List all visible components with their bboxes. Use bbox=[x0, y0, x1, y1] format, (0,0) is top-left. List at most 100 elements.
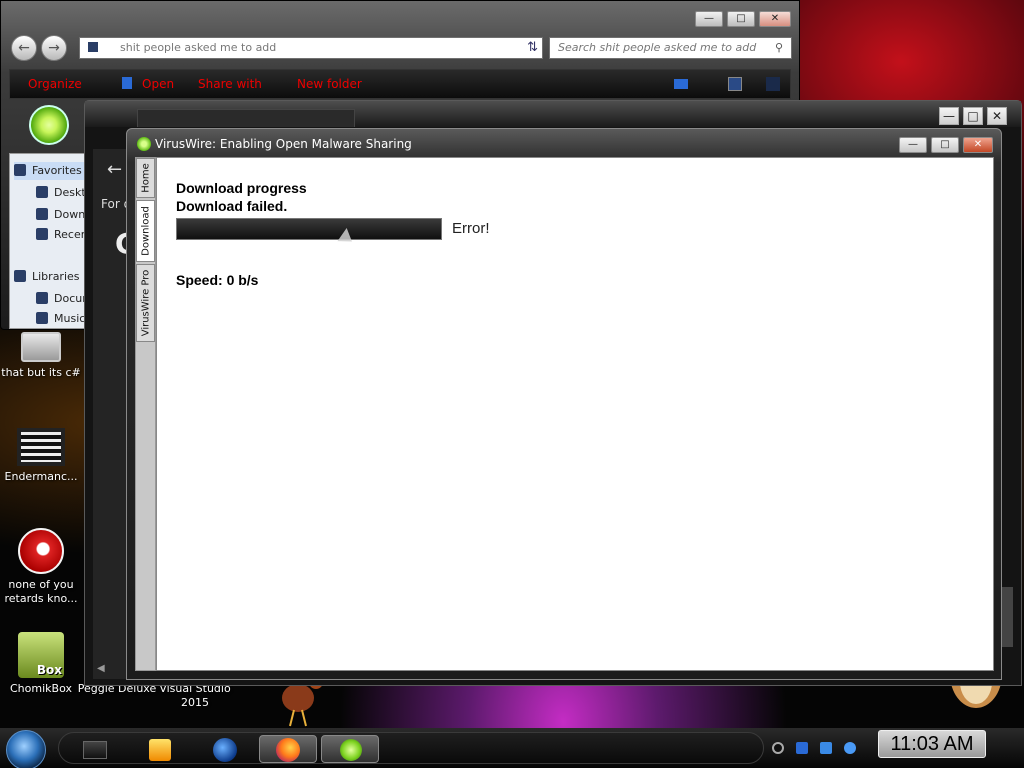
nav-item-documents[interactable]: Documents bbox=[14, 290, 90, 308]
error-label: Error! bbox=[452, 220, 490, 237]
taskbar-firefox-button[interactable] bbox=[259, 735, 317, 763]
navigation-pane: Favorites Desktop Downloads Recent Libra… bbox=[9, 153, 90, 329]
chomik-badge: Box bbox=[36, 663, 62, 677]
bg-maximize-button[interactable]: □ bbox=[963, 107, 983, 125]
back-button[interactable]: ← bbox=[11, 35, 37, 61]
desktop-icon bbox=[36, 186, 48, 198]
media-player-icon bbox=[149, 739, 171, 761]
tray-network-icon[interactable] bbox=[796, 742, 808, 754]
taskbar-explorer-button[interactable] bbox=[65, 735, 123, 763]
minimize-button[interactable]: — bbox=[899, 137, 927, 153]
organize-button[interactable]: Organize bbox=[28, 77, 82, 91]
bg-back-arrow-icon[interactable]: ← bbox=[107, 159, 122, 180]
desktop-icon-label: Visual Studio 2015 bbox=[159, 682, 231, 709]
download-status: Download failed. bbox=[176, 198, 288, 214]
tab-download[interactable]: Download bbox=[136, 200, 155, 262]
nav-item-recent[interactable]: Recent bbox=[14, 226, 90, 244]
nav-item-desktop[interactable]: Desktop bbox=[14, 184, 90, 202]
start-button[interactable] bbox=[6, 730, 46, 768]
viruswire-window: VirusWire: Enabling Open Malware Sharing… bbox=[126, 128, 1002, 680]
taskbar: 11:03 AM bbox=[0, 728, 1024, 768]
desktop-icon-visual-studio[interactable]: Visual Studio 2015 bbox=[154, 682, 236, 710]
address-bar[interactable]: shit people asked me to add ⇅ bbox=[79, 37, 543, 59]
open-icon bbox=[122, 77, 132, 89]
search-input[interactable]: Search shit people asked me to add ⚲ bbox=[549, 37, 792, 59]
taskbar-apps bbox=[58, 732, 764, 764]
desktop-icon-endermanch[interactable]: Endermanc... bbox=[0, 428, 82, 484]
open-button[interactable]: Open bbox=[122, 77, 174, 91]
download-heading: Download progress bbox=[176, 180, 307, 196]
explorer-maximize-button[interactable]: □ bbox=[727, 11, 755, 27]
window-title: VirusWire: Enabling Open Malware Sharing bbox=[155, 137, 412, 151]
nav-label: Favorites bbox=[32, 164, 82, 177]
tray-expand-icon[interactable] bbox=[772, 742, 784, 754]
star-icon bbox=[14, 164, 26, 176]
library-icon bbox=[14, 270, 26, 282]
address-text: shit people asked me to add bbox=[120, 41, 277, 54]
speed-readout: Speed: 0 b/s bbox=[176, 272, 259, 288]
bg-tab[interactable] bbox=[137, 109, 355, 127]
nav-label: Libraries bbox=[32, 270, 80, 283]
maximize-button[interactable]: □ bbox=[931, 137, 959, 153]
dinosaur-icon bbox=[18, 528, 64, 574]
bg-close-button[interactable]: ✕ bbox=[987, 107, 1007, 125]
hamster-box-icon: Box bbox=[18, 632, 64, 678]
desktop-icon-label: ChomikBox bbox=[10, 682, 72, 695]
tab-label: Download bbox=[140, 206, 151, 256]
desktop-icon-label: that but its c# bbox=[1, 366, 81, 379]
viruswire-app-icon bbox=[137, 137, 151, 151]
nav-label: Music bbox=[54, 312, 86, 325]
tray-monitor-icon[interactable] bbox=[820, 742, 832, 754]
search-placeholder: Search shit people asked me to add bbox=[558, 41, 757, 54]
folder-icon bbox=[21, 332, 61, 362]
tab-viruswire-pro[interactable]: VirusWire Pro bbox=[136, 264, 155, 342]
list-icon bbox=[17, 428, 65, 466]
tab-label: VirusWire Pro bbox=[140, 269, 151, 337]
desktop-icon-retards[interactable]: none of you retards kno... bbox=[0, 528, 82, 606]
download-progress-bar bbox=[176, 218, 442, 240]
clock[interactable]: 11:03 AM bbox=[878, 730, 986, 758]
forward-button[interactable]: → bbox=[41, 35, 67, 61]
firefox-icon bbox=[276, 738, 300, 762]
explorer-minimize-button[interactable]: — bbox=[695, 11, 723, 27]
search-icon: ⚲ bbox=[774, 41, 783, 54]
nav-item-libraries[interactable]: Libraries bbox=[14, 268, 90, 286]
music-icon bbox=[36, 312, 48, 324]
tab-home[interactable]: Home bbox=[136, 158, 155, 198]
open-label: Open bbox=[142, 77, 175, 91]
viruswire-taskbar-icon bbox=[340, 739, 362, 761]
tab-label: Home bbox=[140, 163, 151, 193]
viruswire-logo-icon bbox=[29, 105, 69, 145]
bg-scroll-left-icon[interactable]: ◀ bbox=[97, 663, 105, 674]
desktop-icon-chomikbox[interactable]: Box ChomikBox bbox=[0, 632, 82, 696]
tray-volume-icon[interactable] bbox=[844, 742, 856, 754]
taskbar-viruswire-button[interactable] bbox=[321, 735, 379, 763]
bg-minimize-button[interactable]: — bbox=[939, 107, 959, 125]
download-icon bbox=[36, 208, 48, 220]
globe-icon bbox=[213, 738, 237, 762]
nav-item-music[interactable]: Music bbox=[14, 310, 90, 328]
desktop: that but its c# Endermanc... none of you… bbox=[0, 0, 1024, 768]
view-options-icon[interactable] bbox=[674, 79, 688, 89]
nav-item-downloads[interactable]: Downloads bbox=[14, 206, 90, 224]
download-panel: Download progress Download failed. Error… bbox=[156, 157, 994, 671]
vertical-tab-strip: Home Download VirusWire Pro bbox=[135, 157, 156, 671]
explorer-close-button[interactable]: ✕ bbox=[759, 11, 791, 27]
nav-item-favorites[interactable]: Favorites bbox=[14, 162, 90, 180]
close-button[interactable]: ✕ bbox=[963, 137, 993, 153]
explorer-icon bbox=[83, 741, 107, 759]
folder-path-icon bbox=[88, 42, 98, 52]
help-icon[interactable] bbox=[766, 77, 780, 91]
desktop-icon-label: Endermanc... bbox=[4, 470, 78, 483]
new-folder-button[interactable]: New folder bbox=[297, 77, 362, 91]
preview-pane-icon[interactable] bbox=[728, 77, 742, 91]
command-bar: Organize Open Share with New folder bbox=[9, 69, 791, 99]
refresh-icon[interactable]: ⇅ bbox=[527, 38, 538, 58]
document-icon bbox=[36, 292, 48, 304]
share-with-button[interactable]: Share with bbox=[198, 77, 262, 91]
taskbar-browser-button[interactable] bbox=[195, 735, 253, 763]
desktop-icon-label: none of you retards kno... bbox=[4, 578, 78, 605]
taskbar-media-button[interactable] bbox=[129, 735, 187, 763]
recent-icon bbox=[36, 228, 48, 240]
desktop-icon-csharp[interactable]: that but its c# bbox=[0, 332, 82, 380]
